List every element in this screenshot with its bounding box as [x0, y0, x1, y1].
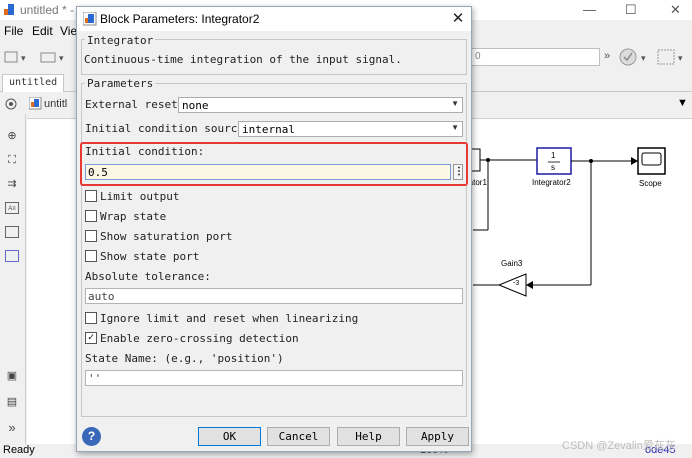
svg-text:▾: ▾	[21, 53, 26, 63]
annotation-icon[interactable]: A≡	[5, 202, 19, 214]
camera-icon[interactable]: ▣	[5, 370, 19, 382]
dialog-close-button[interactable]: ✕	[448, 9, 468, 29]
ic-source-label: Initial condition source:	[85, 122, 251, 135]
property-inspector-icon[interactable]: ▤	[5, 396, 19, 408]
svg-text:▾: ▾	[678, 53, 683, 63]
limit-output-label: Limit output	[100, 190, 180, 203]
open-model-icon[interactable]: ▾	[40, 50, 74, 64]
stop-time-value: 0	[475, 51, 481, 62]
left-palette: ⊕ ⛶ ⇉ A≡ ▣ ▤ »	[0, 114, 26, 444]
watermark: CSDN @Zevalin爱灰灰	[562, 440, 676, 452]
checkbox-box[interactable]	[85, 250, 97, 262]
external-reset-select[interactable]: none ▼	[178, 97, 463, 113]
dialog-titlebar[interactable]: Block Parameters: Integrator2 ✕	[77, 7, 471, 31]
arrow-icon[interactable]: ⇉	[5, 178, 19, 190]
show-saturation-label: Show saturation port	[100, 230, 233, 243]
zoom-icon[interactable]: ⊕	[5, 130, 19, 142]
model-file-icon	[29, 97, 42, 110]
new-model-icon[interactable]: ▾	[4, 50, 40, 64]
ok-button[interactable]: OK	[198, 427, 261, 446]
more-options-icon[interactable]: »	[604, 50, 610, 62]
maximize-button[interactable]: ☐	[625, 2, 637, 18]
gain3-label: Gain3	[501, 259, 523, 268]
hide-browser-icon[interactable]	[4, 97, 18, 111]
abs-tol-input[interactable]: auto	[85, 288, 463, 304]
signal-arrow-gain	[526, 281, 533, 289]
chevron-down-icon: ▼	[451, 123, 459, 132]
abs-tol-value: auto	[88, 290, 115, 303]
menu-view[interactable]: Vie	[60, 24, 77, 38]
show-state-label: Show state port	[100, 250, 200, 263]
checkbox-box[interactable]	[85, 190, 97, 202]
checkmark-icon[interactable]: ✓	[85, 332, 97, 344]
help-button[interactable]: Help	[337, 427, 400, 446]
status-ready: Ready	[3, 444, 35, 456]
minimize-button[interactable]: —	[583, 2, 596, 17]
model-advisor-icon[interactable]: ▾	[619, 47, 653, 67]
integrator2-numerator: 1	[551, 151, 556, 160]
state-name-input[interactable]: ''	[85, 370, 463, 386]
more-options-button[interactable]: ⋮	[453, 164, 464, 180]
stop-time-field[interactable]: 0	[470, 48, 600, 66]
address-dropdown-icon[interactable]: ▼	[677, 97, 688, 109]
build-grid-icon[interactable]: ▾	[656, 47, 690, 67]
scope-label: Scope	[639, 179, 662, 188]
menu-edit[interactable]: Edit	[32, 24, 53, 38]
scope-screen	[641, 152, 662, 166]
svg-text:▾: ▾	[59, 53, 64, 63]
initial-condition-label: Initial condition:	[85, 145, 205, 158]
block-parameters-icon	[83, 12, 97, 26]
ic-source-select[interactable]: internal ▼	[238, 121, 463, 137]
apply-button[interactable]: Apply	[406, 427, 469, 446]
checkbox-box[interactable]	[85, 312, 97, 324]
signal-arrow-2	[631, 157, 638, 165]
close-window-button[interactable]: ✕	[670, 2, 681, 18]
external-reset-value: none	[182, 99, 209, 112]
abs-tol-label: Absolute tolerance:	[85, 270, 211, 283]
fit-view-icon[interactable]: ⛶	[5, 154, 19, 166]
chevron-down-icon: ▼	[451, 99, 459, 108]
integrator2-label: Integrator2	[532, 178, 571, 187]
help-icon[interactable]: ?	[82, 427, 101, 446]
parameters-group-label: Parameters	[85, 77, 156, 90]
integrator2-denominator: s	[551, 163, 555, 172]
cancel-button[interactable]: Cancel	[267, 427, 330, 446]
ignore-limit-label: Ignore limit and reset when linearizing	[100, 312, 359, 325]
checkbox-box[interactable]	[85, 230, 97, 242]
block-parameters-dialog: Block Parameters: Integrator2 ✕ Integrat…	[76, 6, 472, 452]
enable-zc-label: Enable zero-crossing detection	[100, 332, 299, 345]
tab-untitled[interactable]: untitled	[2, 74, 65, 92]
branch-point-1	[486, 158, 490, 162]
external-reset-label: External reset:	[85, 98, 185, 111]
svg-text:▾: ▾	[641, 53, 646, 63]
expand-icon[interactable]: »	[5, 421, 19, 434]
image-icon[interactable]	[5, 226, 19, 238]
checkbox-box[interactable]	[85, 210, 97, 222]
dialog-title: Block Parameters: Integrator2	[100, 12, 260, 26]
wrap-state-label: Wrap state	[100, 210, 167, 223]
address-model-name[interactable]: untitl	[44, 98, 67, 110]
state-name-value: ''	[88, 372, 102, 385]
gain3-value: -3	[513, 280, 520, 287]
ic-source-value: internal	[242, 123, 295, 136]
initial-condition-value: 0.5	[88, 166, 108, 179]
menu-file[interactable]: File	[4, 24, 23, 38]
block-description: Continuous-time integration of the input…	[84, 53, 402, 66]
integrator-group-label: Integrator	[85, 34, 156, 47]
simulink-logo-icon	[4, 4, 14, 15]
area-icon[interactable]	[5, 250, 19, 262]
initial-condition-input[interactable]: 0.5	[85, 164, 451, 180]
state-name-label: State Name: (e.g., 'position')	[85, 352, 284, 365]
simulink-window-title: untitled * -	[20, 3, 75, 17]
